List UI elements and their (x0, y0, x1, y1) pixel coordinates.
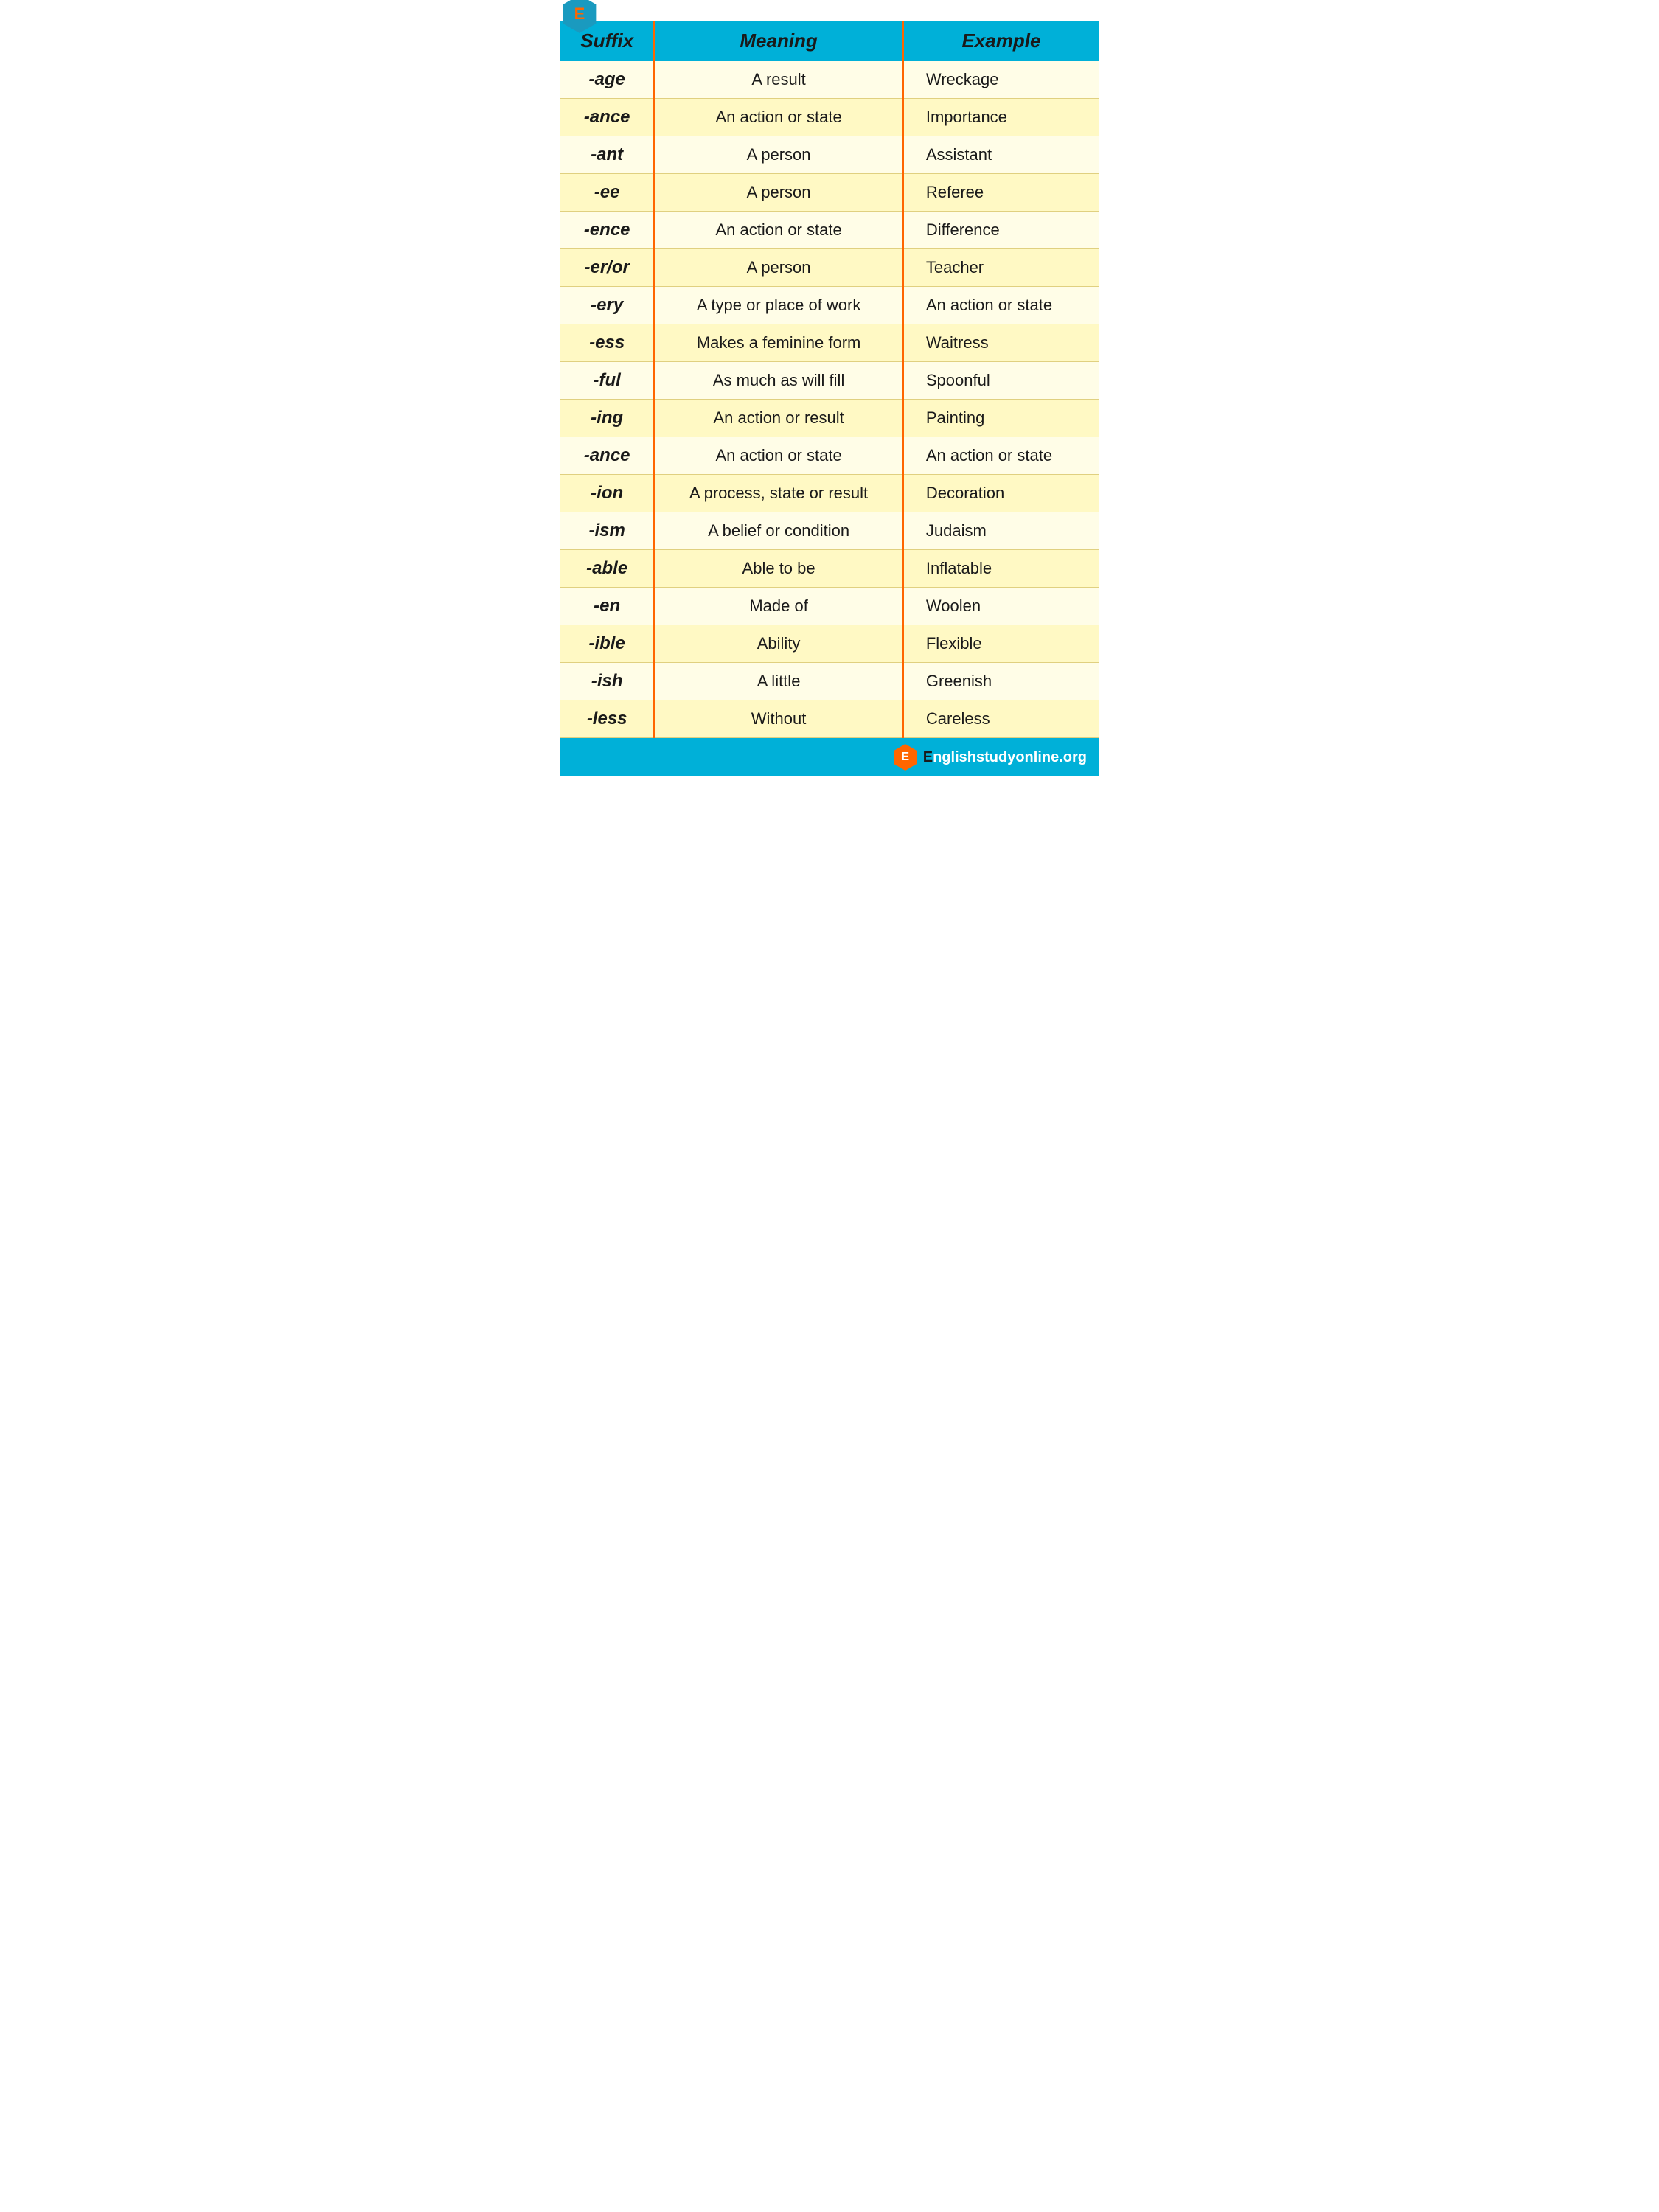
cell-suffix: -ance (560, 437, 655, 475)
table-row: -anceAn action or stateAn action or stat… (560, 437, 1099, 475)
cell-meaning: A person (655, 249, 903, 287)
cell-suffix: -er/or (560, 249, 655, 287)
cell-suffix: -ing (560, 400, 655, 437)
cell-meaning: A process, state or result (655, 475, 903, 512)
cell-meaning: A result (655, 61, 903, 99)
cell-suffix: -en (560, 588, 655, 625)
footer-url: Englishstudyonline.org (923, 749, 1087, 766)
cell-example: An action or state (902, 287, 1099, 324)
table-row: -essMakes a feminine formWaitress (560, 324, 1099, 362)
footer-logo-icon: E (892, 744, 919, 771)
cell-suffix: -ion (560, 475, 655, 512)
table-row: -lessWithoutCareless (560, 700, 1099, 738)
cell-suffix: -age (560, 61, 655, 99)
table-row: -ingAn action or resultPainting (560, 400, 1099, 437)
cell-example: Spoonful (902, 362, 1099, 400)
table-row: -anceAn action or stateImportance (560, 99, 1099, 136)
col-header-example: Example (902, 21, 1099, 61)
cell-meaning: Made of (655, 588, 903, 625)
cell-meaning: An action or state (655, 99, 903, 136)
table-row: -ibleAbilityFlexible (560, 625, 1099, 663)
cell-example: Assistant (902, 136, 1099, 174)
cell-meaning: A person (655, 174, 903, 212)
cell-example: Teacher (902, 249, 1099, 287)
table-row: -ishA littleGreenish (560, 663, 1099, 700)
cell-meaning: Ability (655, 625, 903, 663)
table-row: -enceAn action or stateDifference (560, 212, 1099, 249)
cell-meaning: As much as will fill (655, 362, 903, 400)
cell-suffix: -ance (560, 99, 655, 136)
suffixes-table: Suffix Meaning Example -ageA resultWreck… (560, 21, 1099, 738)
col-header-meaning: Meaning (655, 21, 903, 61)
cell-suffix: -ee (560, 174, 655, 212)
cell-example: Importance (902, 99, 1099, 136)
cell-suffix: -ish (560, 663, 655, 700)
cell-meaning: A little (655, 663, 903, 700)
cell-meaning: A type or place of work (655, 287, 903, 324)
cell-example: Greenish (902, 663, 1099, 700)
cell-suffix: -ible (560, 625, 655, 663)
cell-example: Waitress (902, 324, 1099, 362)
cell-meaning: Able to be (655, 550, 903, 588)
table-header-row: Suffix Meaning Example (560, 21, 1099, 61)
cell-meaning: An action or result (655, 400, 903, 437)
cell-suffix: -less (560, 700, 655, 738)
table-row: -eeA personReferee (560, 174, 1099, 212)
cell-suffix: -ant (560, 136, 655, 174)
cell-example: Inflatable (902, 550, 1099, 588)
cell-suffix: -ful (560, 362, 655, 400)
table-row: -eryA type or place of workAn action or … (560, 287, 1099, 324)
cell-suffix: -ism (560, 512, 655, 550)
cell-example: Referee (902, 174, 1099, 212)
cell-example: Woolen (902, 588, 1099, 625)
table-row: -enMade ofWoolen (560, 588, 1099, 625)
cell-meaning: Without (655, 700, 903, 738)
table-row: -antA personAssistant (560, 136, 1099, 174)
cell-example: Wreckage (902, 61, 1099, 99)
table-row: -ableAble to beInflatable (560, 550, 1099, 588)
page-container: E Suffix Meaning Example -ageA resultWre… (553, 0, 1106, 776)
table-row: -ismA belief or conditionJudaism (560, 512, 1099, 550)
cell-example: Difference (902, 212, 1099, 249)
cell-suffix: -able (560, 550, 655, 588)
table-row: -er/orA personTeacher (560, 249, 1099, 287)
cell-suffix: -ess (560, 324, 655, 362)
cell-example: Careless (902, 700, 1099, 738)
cell-suffix: -ery (560, 287, 655, 324)
cell-example: Flexible (902, 625, 1099, 663)
cell-example: An action or state (902, 437, 1099, 475)
table-row: -ionA process, state or resultDecoration (560, 475, 1099, 512)
page-header: E (560, 7, 1099, 21)
cell-suffix: -ence (560, 212, 655, 249)
table-row: -fulAs much as will fillSpoonful (560, 362, 1099, 400)
cell-meaning: Makes a feminine form (655, 324, 903, 362)
cell-meaning: A person (655, 136, 903, 174)
cell-example: Painting (902, 400, 1099, 437)
cell-meaning: A belief or condition (655, 512, 903, 550)
cell-meaning: An action or state (655, 437, 903, 475)
cell-meaning: An action or state (655, 212, 903, 249)
cell-example: Judaism (902, 512, 1099, 550)
cell-example: Decoration (902, 475, 1099, 512)
page-footer: E Englishstudyonline.org (560, 738, 1099, 776)
table-row: -ageA resultWreckage (560, 61, 1099, 99)
